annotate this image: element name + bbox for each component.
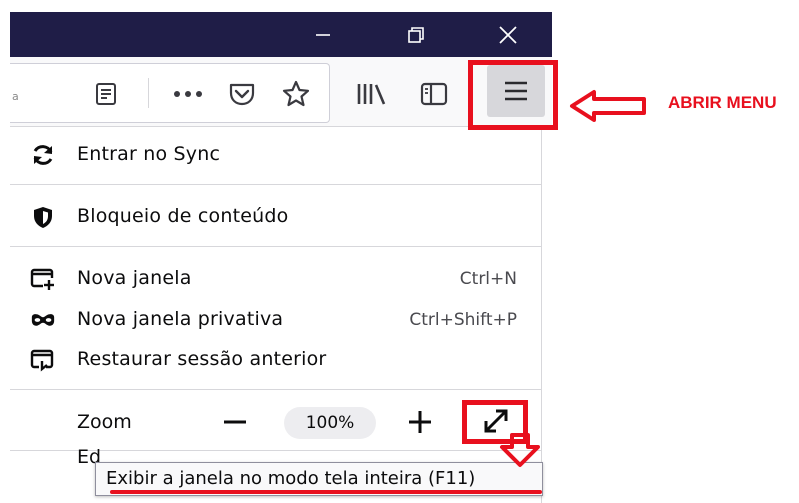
urlbar-separator: [148, 78, 149, 108]
pocket-icon: [229, 83, 255, 106]
bookmark-star-icon: [282, 80, 310, 107]
reader-view-icon: [96, 83, 116, 105]
sidebar-button[interactable]: [414, 77, 454, 111]
page-actions-button[interactable]: [168, 78, 208, 110]
zoom-reset-button[interactable]: 100%: [284, 407, 376, 439]
more-actions-icon: [174, 91, 202, 97]
zoom-in-button[interactable]: [395, 400, 445, 444]
close-window-button[interactable]: [478, 12, 538, 57]
url-bar[interactable]: a: [10, 63, 330, 123]
restore-icon: [408, 26, 424, 43]
new-window-icon: [30, 266, 56, 292]
minimize-button[interactable]: [293, 12, 353, 57]
bookmark-star-button[interactable]: [278, 77, 314, 111]
shield-icon: [30, 204, 56, 230]
app-menu-panel: Entrar no Sync Bloqueio de conteúdo Nova…: [10, 128, 542, 503]
menu-item-label: Restaurar sessão anterior: [77, 348, 327, 370]
menu-item-shortcut: Ctrl+Shift+P: [409, 310, 517, 330]
menu-item-new-window[interactable]: Nova janela Ctrl+N: [10, 259, 542, 299]
menu-item-content-blocking[interactable]: Bloqueio de conteúdo: [10, 197, 542, 237]
private-mask-icon: [30, 307, 56, 333]
menu-separator: [10, 184, 542, 185]
sidebar-icon: [420, 82, 448, 106]
restore-button[interactable]: [386, 12, 446, 57]
sync-icon: [30, 142, 56, 168]
url-text-fragment: a: [12, 90, 19, 103]
library-icon: [357, 84, 386, 105]
menu-item-label: Nova janela: [77, 267, 192, 289]
annotation-label: ABRIR MENU: [668, 93, 777, 112]
menu-item-label: Nova janela privativa: [77, 308, 284, 330]
menu-item-restore-session[interactable]: Restaurar sessão anterior: [10, 340, 542, 380]
close-icon: [499, 25, 517, 44]
menu-item-private-window[interactable]: Nova janela privativa Ctrl+Shift+P: [10, 300, 542, 340]
window-titlebar: [10, 12, 552, 57]
restore-session-icon: [30, 347, 56, 373]
menu-separator: [10, 246, 542, 247]
menu-item-shortcut: Ctrl+N: [459, 269, 517, 289]
annotation-menu-highlight: [468, 60, 558, 130]
reader-view-button[interactable]: [90, 78, 122, 110]
annotation-underline: [110, 490, 542, 494]
pocket-button[interactable]: [224, 78, 260, 110]
zoom-label: Zoom: [77, 411, 132, 433]
annotation-arrow-down-icon: [500, 433, 540, 467]
menu-item-sync[interactable]: Entrar no Sync: [10, 135, 542, 175]
plus-icon: [409, 411, 431, 433]
menu-item-label: Bloqueio de conteúdo: [77, 205, 289, 227]
annotation-arrow-left-icon: [570, 90, 646, 122]
minus-icon: [224, 420, 246, 424]
minimize-icon: [316, 33, 330, 36]
library-button[interactable]: [352, 77, 392, 111]
menu-separator: [10, 389, 542, 390]
zoom-out-button[interactable]: [210, 400, 260, 444]
menu-item-label: Entrar no Sync: [77, 143, 221, 165]
